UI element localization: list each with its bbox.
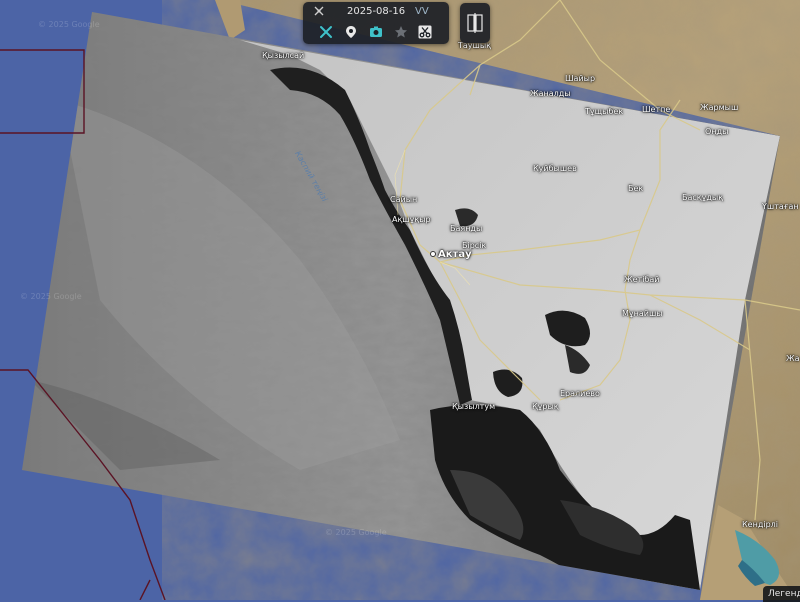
satellite-icon (313, 5, 325, 17)
city-name: Актау (438, 249, 472, 260)
city-label-munaishy[interactable]: Мұнайшы (622, 310, 663, 318)
map-credit: © 2025 Google (20, 292, 82, 301)
city-label-tauchik[interactable]: Таушық (458, 42, 491, 50)
city-label-ushtagan[interactable]: Үштаған (762, 203, 799, 211)
city-label-shetpe[interactable]: Шетпе (642, 106, 670, 114)
city-dot-icon (430, 251, 436, 257)
camera-icon[interactable] (369, 24, 385, 40)
city-name: Басқұдық (682, 193, 724, 202)
city-name: Құрық (532, 402, 559, 411)
city-label-tushybek[interactable]: Тұщыбек (585, 108, 623, 116)
city-name: Үштаған (762, 202, 799, 211)
city-label-zhanaldy[interactable]: Жаналды (530, 90, 571, 98)
city-label-kendirli[interactable]: Кендірлі (742, 521, 778, 529)
city-label-kyzyltum[interactable]: Қызылтум (452, 403, 495, 411)
city-name: Шетпе (642, 105, 671, 114)
toolbar-info-row: 2025-08-16 VV (303, 5, 449, 20)
city-label-bek[interactable]: Бек (628, 185, 643, 193)
city-name: Тұщыбек (585, 107, 624, 116)
city-name: Қызылсай (262, 51, 305, 60)
compare-button[interactable] (460, 3, 490, 43)
city-label-kuybyshev[interactable]: Куйбышев (533, 165, 577, 173)
city-name: Мұнайшы (622, 309, 663, 318)
city-label-sayyn[interactable]: Сайын (390, 196, 417, 204)
city-name: Сайын (390, 195, 418, 204)
map-credit: © 2025 Google (325, 528, 387, 537)
image-date[interactable]: 2025-08-16 (347, 6, 405, 17)
city-label-zharmysh[interactable]: Жармыш (700, 104, 738, 112)
tools-icon[interactable] (319, 24, 335, 40)
map-credit: © 2025 Google (38, 20, 100, 29)
city-label-aktau[interactable]: Актау (430, 250, 472, 260)
city-name: Ералиево (560, 389, 600, 398)
city-name: Кендірлі (742, 520, 778, 529)
city-name: Жетібай (624, 275, 660, 284)
city-name: Жа (786, 354, 800, 363)
scissors-icon[interactable] (418, 24, 434, 40)
city-name: Жаналды (530, 89, 571, 98)
city-name: Оңды (705, 127, 729, 136)
location-pin-icon[interactable] (344, 24, 360, 40)
city-label-shaiyr[interactable]: Шайыр (565, 75, 595, 83)
city-label-ondy[interactable]: Оңды (705, 128, 728, 136)
city-label-zhetybay[interactable]: Жетібай (624, 276, 659, 284)
polarization-label[interactable]: VV (415, 6, 429, 17)
compare-split-icon (467, 13, 483, 37)
city-label-kyzylsai[interactable]: Қызылсай (262, 52, 304, 60)
city-name: Бек (628, 184, 644, 193)
city-name: Баянды (450, 224, 483, 233)
map-canvas[interactable] (0, 0, 800, 600)
city-name: Шайыр (565, 74, 596, 83)
city-label-akshukyr[interactable]: Ақшұқыр (392, 216, 431, 224)
city-label-baskuduk[interactable]: Басқұдық (682, 194, 723, 202)
city-label-kuryk[interactable]: Құрық (532, 403, 559, 411)
city-name: Ақшұқыр (392, 215, 431, 224)
city-name: Қызылтум (452, 402, 496, 411)
city-label-eraliev[interactable]: Ералиево (560, 390, 600, 398)
city-name: Куйбышев (533, 164, 577, 173)
city-label-bayandy[interactable]: Баянды (450, 225, 482, 233)
city-label-zhanaozen[interactable]: Жа (786, 355, 800, 363)
city-name: Жармыш (700, 103, 739, 112)
image-toolbar: 2025-08-16 VV (303, 2, 449, 44)
star-icon[interactable] (394, 24, 410, 40)
toolbar-actions-row (303, 24, 449, 42)
